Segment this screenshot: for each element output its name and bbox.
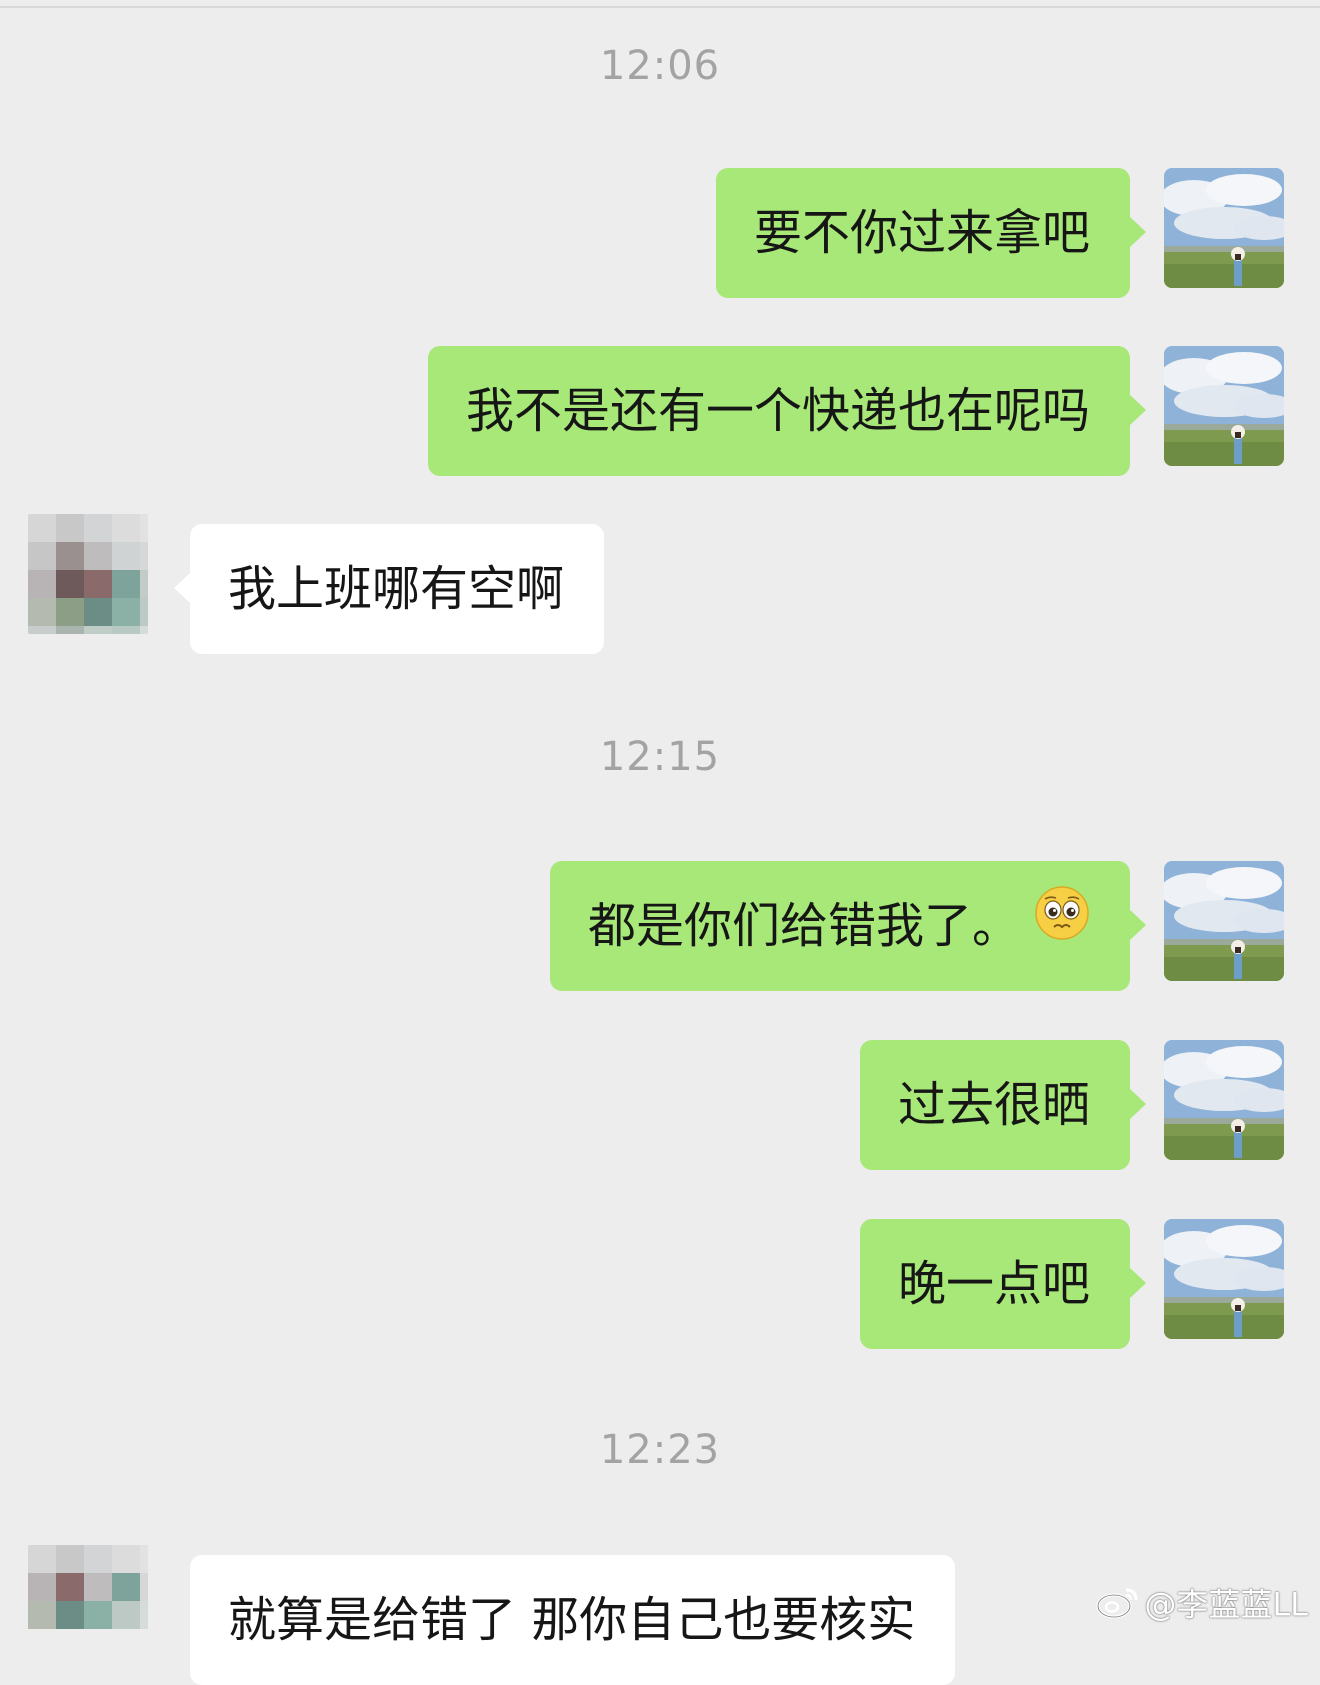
self-avatar[interactable] — [1164, 346, 1284, 466]
message-bubble-sent[interactable]: 晚一点吧 — [859, 1219, 1147, 1349]
message-bubble-received[interactable]: 就算是给错了 那你自己也要核实 — [190, 1555, 956, 1685]
message-text: 晚一点吧 — [897, 1256, 1090, 1312]
message-bubble-sent[interactable]: 要不你过来拿吧 — [715, 168, 1147, 298]
message-text: 我不是还有一个快递也在呢吗 — [465, 383, 1090, 439]
landscape-photo-avatar — [1164, 861, 1284, 981]
weibo-logo-icon — [1096, 1584, 1140, 1629]
message-bubble-received[interactable]: 我上班哪有空啊 — [173, 524, 605, 654]
message-text: 就算是给错了 那你自己也要核实 — [228, 1592, 916, 1648]
contact-avatar[interactable] — [28, 1545, 148, 1665]
message-bubble-sent[interactable]: 过去很晒 — [859, 1040, 1147, 1170]
watermark: @李蓝蓝LL — [1096, 1584, 1308, 1629]
landscape-photo-avatar — [1164, 1040, 1284, 1160]
self-avatar[interactable] — [1164, 1040, 1284, 1160]
message-bubble-sent[interactable]: 都是你们给错我了。 — [549, 860, 1147, 991]
timestamp: 12:06 — [599, 43, 721, 89]
self-avatar[interactable] — [1164, 1219, 1284, 1339]
message-text: 我上班哪有空啊 — [228, 561, 565, 617]
self-avatar[interactable] — [1164, 861, 1284, 981]
landscape-photo-avatar — [1164, 1219, 1284, 1339]
watermark-text: @李蓝蓝LL — [1144, 1585, 1308, 1624]
message-text: 都是你们给错我了。 — [587, 898, 1020, 954]
contact-avatar[interactable] — [28, 514, 148, 634]
landscape-photo-avatar — [1164, 168, 1284, 288]
chat-message-list[interactable]: 12:06 要不你过来拿吧 我不是还有一个快递也在呢吗 我上班哪有空啊 12:1… — [0, 0, 1320, 1685]
message-text: 过去很晒 — [897, 1077, 1090, 1133]
self-avatar[interactable] — [1164, 168, 1284, 288]
landscape-photo-avatar — [1164, 346, 1284, 466]
pixelated-avatar — [28, 514, 148, 634]
pleading-face-emoji — [1034, 860, 1090, 990]
message-bubble-sent[interactable]: 我不是还有一个快递也在呢吗 — [427, 346, 1147, 476]
timestamp: 12:23 — [599, 1427, 721, 1473]
pixelated-avatar — [28, 1545, 148, 1629]
message-text: 要不你过来拿吧 — [753, 205, 1090, 261]
timestamp: 12:15 — [599, 734, 721, 780]
